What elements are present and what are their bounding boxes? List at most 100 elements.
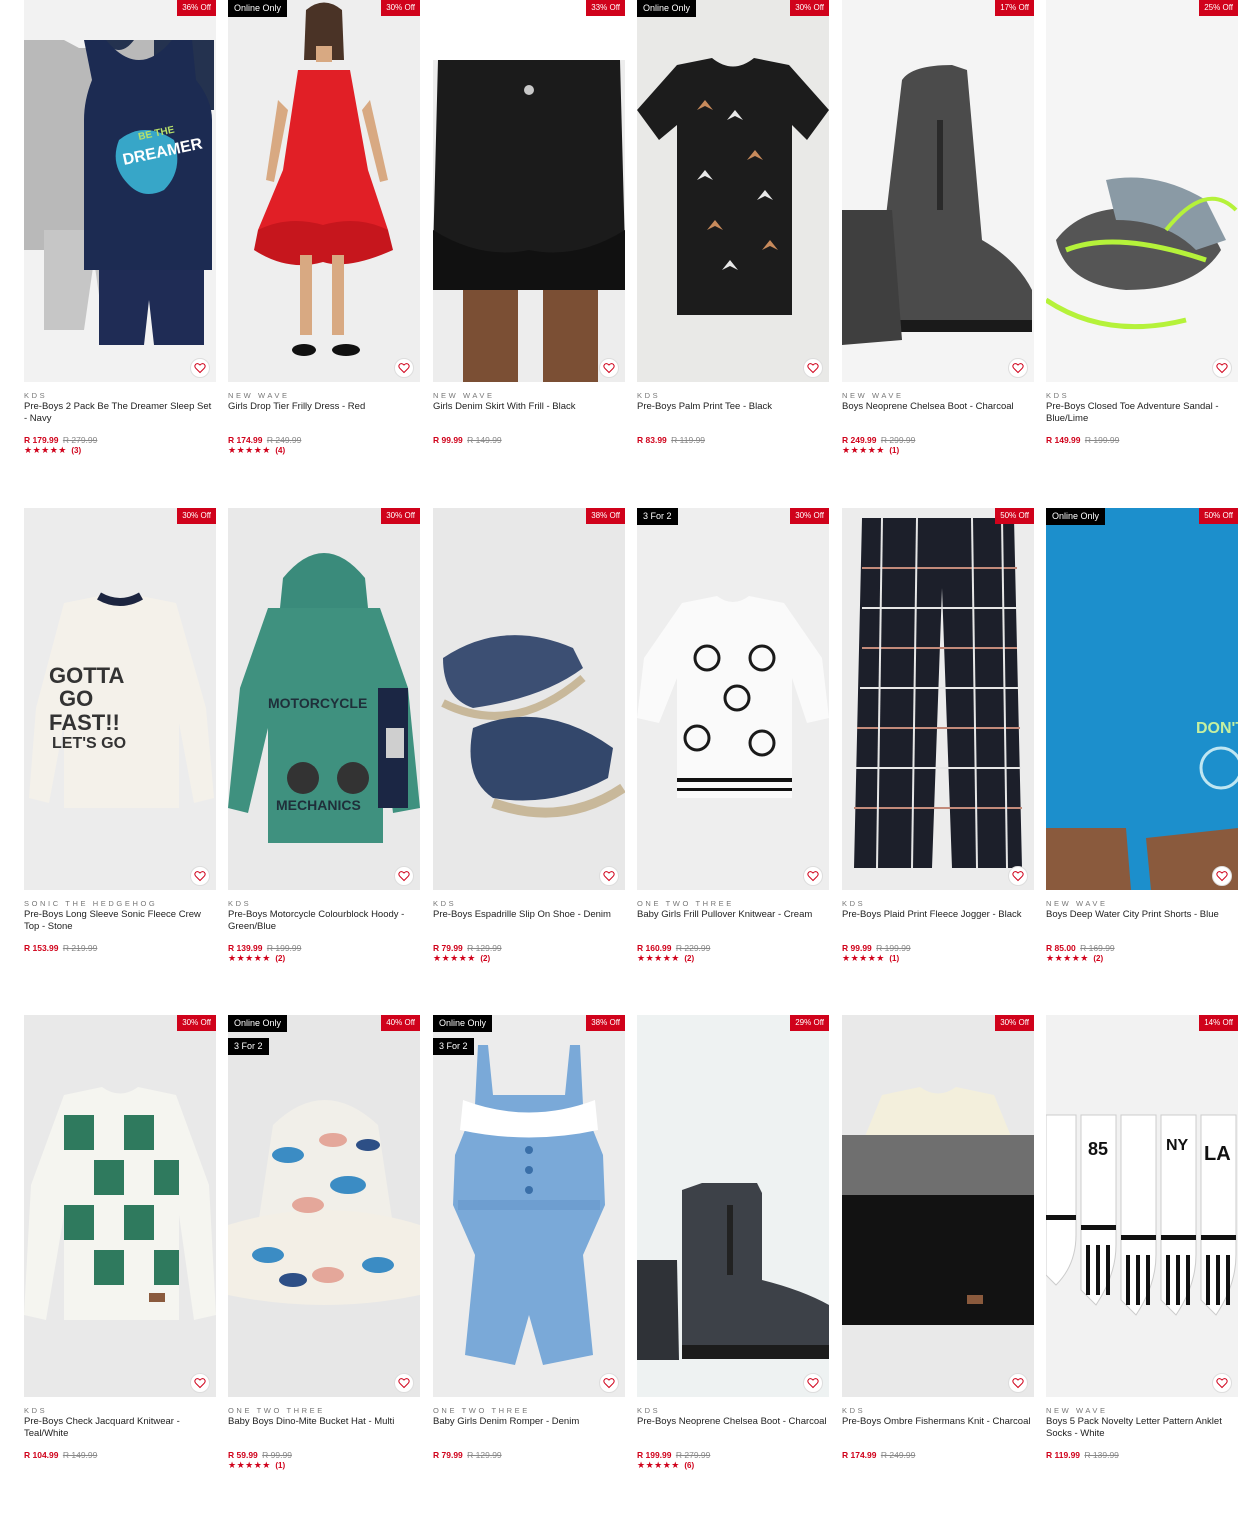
- product-image[interactable]: 30% Off Online Only: [637, 0, 829, 382]
- product-card[interactable]: 30% Off 3 For 2 ONE TWO THREE Baby Girls…: [637, 508, 829, 988]
- wishlist-heart-icon[interactable]: [803, 1373, 823, 1393]
- product-photo: [433, 0, 625, 382]
- wishlist-heart-icon[interactable]: [1008, 358, 1028, 378]
- product-rating[interactable]: ★★★★★ (1): [842, 953, 899, 964]
- product-name[interactable]: Pre-Boys Check Jacquard Knitwear - Teal/…: [24, 1416, 216, 1439]
- product-card[interactable]: 25% Off KDS Pre-Boys Closed Toe Adventur…: [1046, 0, 1238, 480]
- product-name[interactable]: Baby Boys Dino-Mite Bucket Hat - Multi: [228, 1416, 420, 1428]
- product-rating[interactable]: ★★★★★ (2): [433, 953, 490, 964]
- product-card[interactable]: DREAMER BE THE 36% Off KDS Pre-Boys 2 Pa…: [24, 0, 216, 480]
- product-name[interactable]: Pre-Boys Long Sleeve Sonic Fleece Crew T…: [24, 909, 216, 932]
- product-card[interactable]: MOTORCYCLE MECHANICS 30% Off KDS Pre-Boy…: [228, 508, 420, 988]
- product-name[interactable]: Pre-Boys Motorcycle Colourblock Hoody - …: [228, 909, 420, 932]
- product-name[interactable]: Boys Deep Water City Print Shorts - Blue: [1046, 909, 1238, 921]
- product-rating[interactable]: ★★★★★ (3): [24, 445, 81, 456]
- product-photo: [637, 596, 829, 798]
- product-rating[interactable]: ★★★★★ (4): [228, 445, 285, 456]
- product-name[interactable]: Baby Girls Frill Pullover Knitwear - Cre…: [637, 909, 829, 921]
- wishlist-heart-icon[interactable]: [599, 1373, 619, 1393]
- discount-badge: 36% Off: [177, 0, 216, 16]
- product-card[interactable]: 30% Off KDS Pre-Boys Check Jacquard Knit…: [24, 1015, 216, 1495]
- original-price: R 129.99: [467, 943, 502, 953]
- product-name[interactable]: Pre-Boys Espadrille Slip On Shoe - Denim: [433, 909, 625, 921]
- product-rating[interactable]: ★★★★★ (2): [637, 953, 694, 964]
- product-card[interactable]: 17% Off NEW WAVE Boys Neoprene Chelsea B…: [842, 0, 1034, 480]
- product-card[interactable]: 38% Off Online Only 3 For 2 ONE TWO THREE…: [433, 1015, 625, 1495]
- product-rating[interactable]: ★★★★★ (1): [842, 445, 899, 456]
- product-image[interactable]: DON'T 50% Off Online Only: [1046, 508, 1238, 890]
- product-card[interactable]: 30% Off KDS Pre-Boys Ombre Fishermans Kn…: [842, 1015, 1034, 1495]
- svg-text:DON'T: DON'T: [1196, 720, 1238, 737]
- product-image[interactable]: 25% Off: [1046, 0, 1238, 382]
- product-name[interactable]: Baby Girls Denim Romper - Denim: [433, 1416, 625, 1428]
- product-name[interactable]: Pre-Boys Plaid Print Fleece Jogger - Bla…: [842, 909, 1034, 921]
- wishlist-heart-icon[interactable]: [1212, 1373, 1232, 1393]
- product-image[interactable]: DREAMER BE THE 36% Off: [24, 0, 216, 382]
- sale-price: R 179.99: [24, 435, 59, 445]
- product-image[interactable]: 85 NY LA 14% Off: [1046, 1015, 1238, 1397]
- product-name[interactable]: Pre-Boys 2 Pack Be The Dreamer Sleep Set…: [24, 401, 216, 424]
- promo-badge: Online Only: [1046, 508, 1106, 525]
- product-image[interactable]: 30% Off: [842, 1015, 1034, 1397]
- wishlist-heart-icon[interactable]: [394, 866, 414, 886]
- wishlist-heart-icon[interactable]: [803, 358, 823, 378]
- product-card[interactable]: 40% Off Online Only 3 For 2 ONE TWO THREE…: [228, 1015, 420, 1495]
- wishlist-heart-icon[interactable]: [1212, 358, 1232, 378]
- wishlist-heart-icon[interactable]: [394, 1373, 414, 1393]
- product-rating[interactable]: ★★★★★ (1): [228, 1460, 285, 1471]
- product-image[interactable]: 30% Off: [24, 1015, 216, 1397]
- original-price: R 139.99: [1084, 1450, 1119, 1460]
- wishlist-heart-icon[interactable]: [1008, 866, 1028, 886]
- wishlist-heart-icon[interactable]: [190, 866, 210, 886]
- product-name[interactable]: Pre-Boys Neoprene Chelsea Boot - Charcoa…: [637, 1416, 829, 1428]
- wishlist-heart-icon[interactable]: [1212, 866, 1232, 886]
- product-rating[interactable]: ★★★★★ (2): [228, 953, 285, 964]
- product-name[interactable]: Pre-Boys Ombre Fishermans Knit - Charcoa…: [842, 1416, 1034, 1428]
- product-name[interactable]: Pre-Boys Palm Print Tee - Black: [637, 401, 829, 413]
- product-image[interactable]: 30% Off Online Only: [228, 0, 420, 382]
- product-card[interactable]: 85 NY LA 14% Off NEW WAVE Boys 5 Pack No…: [1046, 1015, 1238, 1495]
- product-card[interactable]: 50% Off KDS Pre-Boys Plaid Print Fleece …: [842, 508, 1034, 988]
- product-card[interactable]: GOTTA GO FAST!! LET'S GO 30% Off SONIC T…: [24, 508, 216, 988]
- review-count: (1): [275, 1461, 286, 1470]
- product-image[interactable]: 40% Off Online Only 3 For 2: [228, 1015, 420, 1397]
- product-name[interactable]: Boys 5 Pack Novelty Letter Pattern Ankle…: [1046, 1416, 1238, 1439]
- product-card[interactable]: 33% Off NEW WAVE Girls Denim Skirt With …: [433, 0, 625, 480]
- product-card[interactable]: 29% Off KDS Pre-Boys Neoprene Chelsea Bo…: [637, 1015, 829, 1495]
- product-image[interactable]: 30% Off 3 For 2: [637, 508, 829, 890]
- wishlist-heart-icon[interactable]: [190, 1373, 210, 1393]
- product-photo: 85 NY LA: [1046, 1114, 1237, 1316]
- wishlist-heart-icon[interactable]: [190, 358, 210, 378]
- product-rating[interactable]: ★★★★★ (6): [637, 1460, 694, 1471]
- product-name[interactable]: Girls Denim Skirt With Frill - Black: [433, 401, 625, 413]
- product-photo: [637, 58, 829, 315]
- product-name[interactable]: Boys Neoprene Chelsea Boot - Charcoal: [842, 401, 1034, 413]
- wishlist-heart-icon[interactable]: [599, 358, 619, 378]
- product-image[interactable]: MOTORCYCLE MECHANICS 30% Off: [228, 508, 420, 890]
- product-photo: [842, 65, 1032, 345]
- product-card[interactable]: DON'T 50% Off Online Only NEW WAVE Boys …: [1046, 508, 1238, 988]
- wishlist-heart-icon[interactable]: [803, 866, 823, 886]
- wishlist-heart-icon[interactable]: [394, 358, 414, 378]
- wishlist-heart-icon[interactable]: [1008, 1373, 1028, 1393]
- product-price: R 79.99 R 129.99: [433, 1450, 502, 1460]
- original-price: R 299.99: [880, 435, 916, 445]
- product-price: R 174.99 R 249.99: [842, 1450, 915, 1460]
- wishlist-heart-icon[interactable]: [599, 866, 619, 886]
- product-rating[interactable]: ★★★★★ (2): [1046, 953, 1103, 964]
- product-image[interactable]: 38% Off Online Only 3 For 2: [433, 1015, 625, 1397]
- product-card[interactable]: 38% Off KDS Pre-Boys Espadrille Slip On …: [433, 508, 625, 988]
- sale-price: R 99.99: [433, 435, 463, 445]
- product-card[interactable]: 30% Off Online Only KDS Pre-Boys Palm Pr…: [637, 0, 829, 480]
- product-image[interactable]: 33% Off: [433, 0, 625, 382]
- product-name[interactable]: Girls Drop Tier Frilly Dress - Red: [228, 401, 420, 413]
- product-image[interactable]: GOTTA GO FAST!! LET'S GO 30% Off: [24, 508, 216, 890]
- product-card[interactable]: 30% Off Online Only NEW WAVE Girls Drop …: [228, 0, 420, 480]
- product-name[interactable]: Pre-Boys Closed Toe Adventure Sandal - B…: [1046, 401, 1238, 424]
- product-photo: [228, 1100, 420, 1305]
- product-image[interactable]: 17% Off: [842, 0, 1034, 382]
- product-price: R 99.99 R 149.99: [433, 435, 502, 445]
- product-image[interactable]: 50% Off: [842, 508, 1034, 890]
- product-image[interactable]: 29% Off: [637, 1015, 829, 1397]
- product-image[interactable]: 38% Off: [433, 508, 625, 890]
